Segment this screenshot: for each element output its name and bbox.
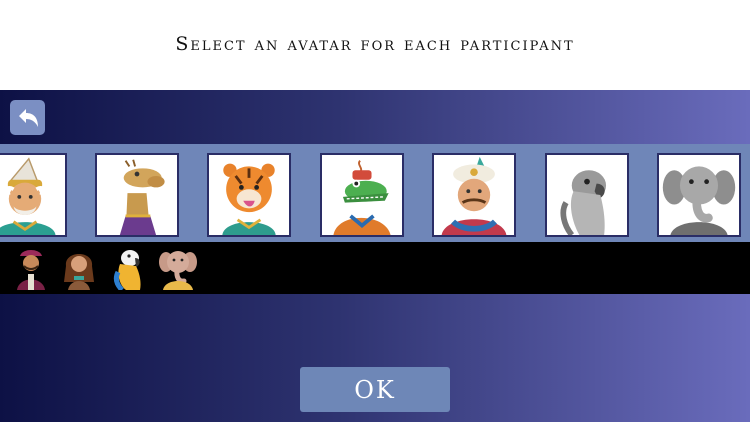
ok-button[interactable]: OK — [300, 367, 450, 412]
aladdin-avatar-icon — [17, 250, 45, 290]
avatar-card-camel[interactable] — [95, 153, 179, 237]
selected-princess[interactable] — [58, 246, 100, 290]
avatar-card-parrot[interactable] — [545, 153, 629, 237]
parrot-avatar-icon — [547, 155, 627, 235]
elephant-color-avatar-icon — [159, 251, 197, 290]
princess-avatar-icon — [64, 254, 94, 290]
title-bar: Select an avatar for each participant — [0, 0, 750, 90]
avatar-card-tiger[interactable] — [207, 153, 291, 237]
sultan-avatar-icon — [0, 155, 65, 235]
page-title: Select an avatar for each participant — [175, 33, 575, 55]
camel-avatar-icon — [97, 155, 177, 235]
selected-elephant[interactable] — [157, 246, 199, 290]
selected-aladdin[interactable] — [10, 246, 52, 290]
back-button[interactable] — [10, 100, 45, 135]
elephant-avatar-icon — [659, 155, 739, 235]
turbaned-man-avatar-icon — [434, 155, 514, 235]
crocodile-avatar-icon — [322, 155, 402, 235]
avatar-card-crocodile[interactable] — [320, 153, 404, 237]
selected-parrot[interactable] — [108, 246, 150, 290]
avatar-card-elephant[interactable] — [657, 153, 741, 237]
avatar-stage: OK — [0, 90, 750, 422]
ok-button-label: OK — [354, 375, 396, 404]
back-arrow-icon — [18, 108, 38, 127]
tiger-avatar-icon — [209, 155, 289, 235]
avatar-card-turbaned-man[interactable] — [432, 153, 516, 237]
avatar-card-sultan[interactable] — [0, 153, 67, 237]
selected-avatars-bar — [0, 242, 750, 294]
avatar-carousel[interactable] — [0, 144, 750, 242]
parrot-color-avatar-icon — [113, 250, 141, 290]
